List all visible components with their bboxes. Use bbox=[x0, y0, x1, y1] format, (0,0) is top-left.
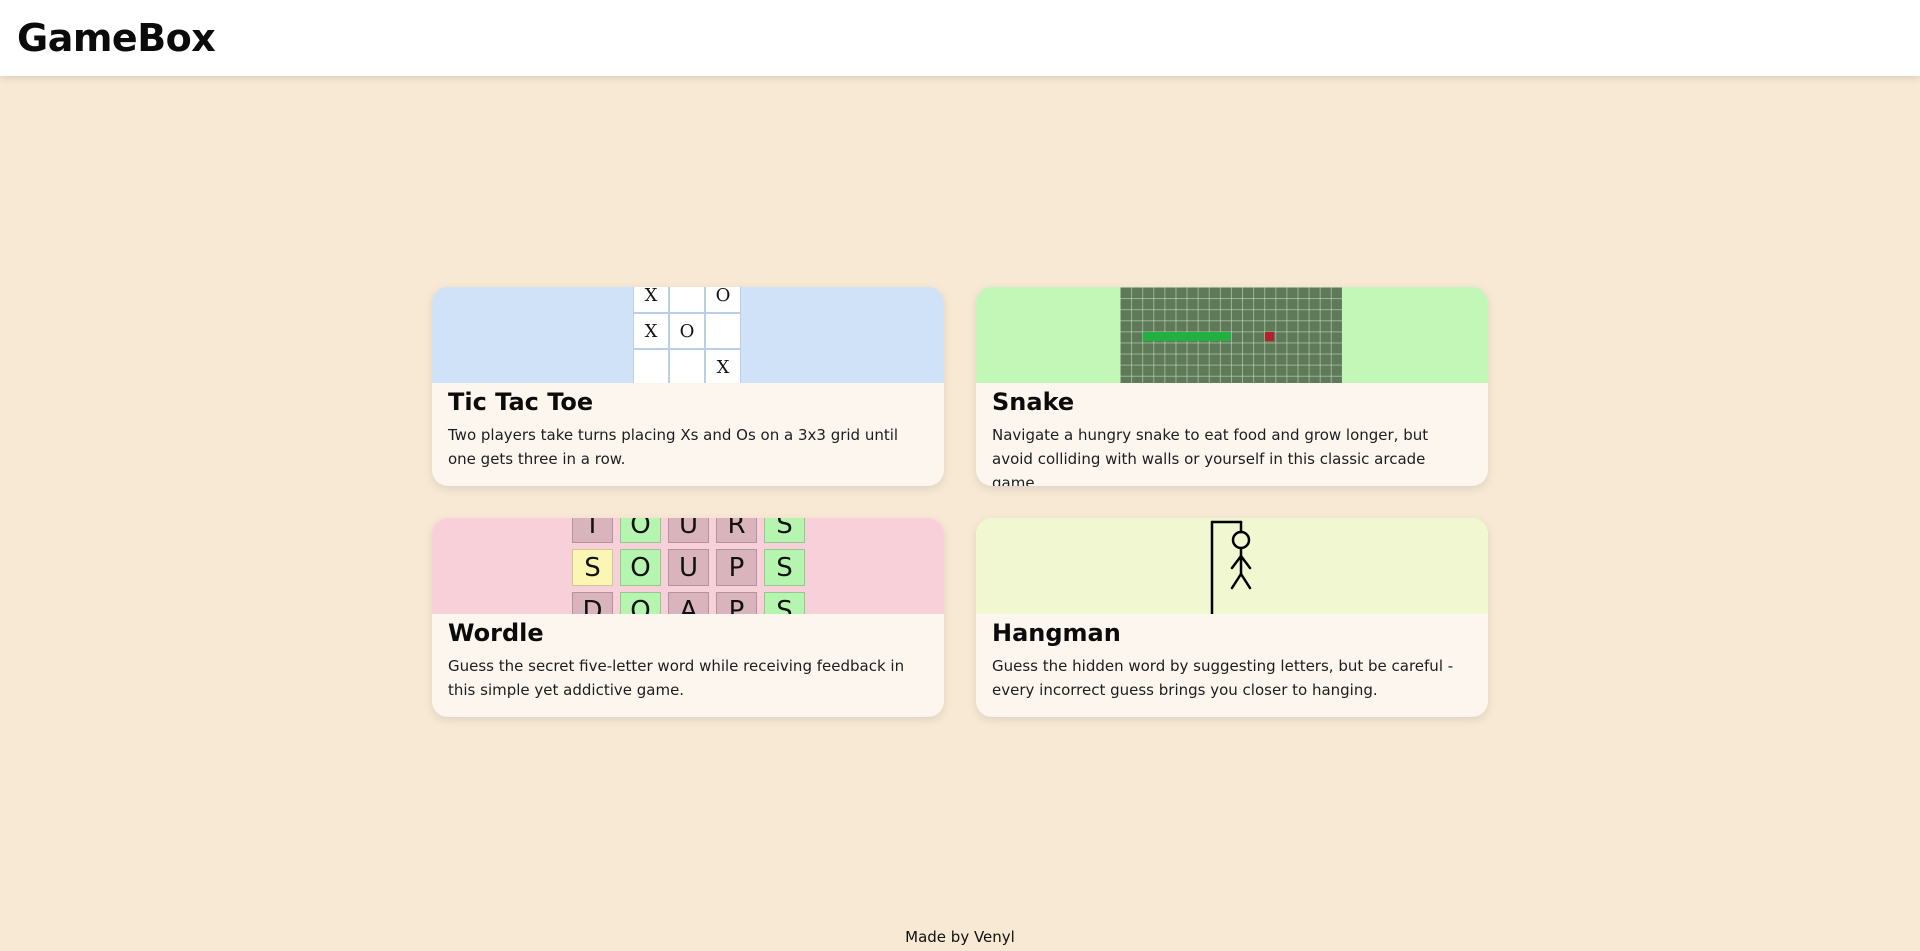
wordle-board: TOURSSOUPSDOAPS bbox=[572, 518, 805, 614]
snake-preview bbox=[976, 287, 1488, 383]
wordle-preview: TOURSSOUPSDOAPS bbox=[432, 518, 944, 614]
card-title: Snake bbox=[992, 388, 1075, 416]
snake-food bbox=[1265, 332, 1274, 341]
wordle-tile: R bbox=[716, 518, 757, 543]
wordle-tile: P bbox=[716, 549, 757, 586]
snake-body bbox=[1143, 332, 1231, 341]
gamebox-logo[interactable]: GameBox bbox=[17, 16, 216, 60]
tictactoe-board: XOXOX bbox=[633, 287, 741, 383]
tictactoe-cell bbox=[670, 287, 704, 312]
wordle-tile: U bbox=[668, 549, 709, 586]
wordle-tile: T bbox=[572, 518, 613, 543]
wordle-tile: O bbox=[620, 592, 661, 614]
wordle-tile: S bbox=[764, 592, 805, 614]
tictactoe-cell bbox=[634, 350, 668, 383]
wordle-tile: O bbox=[620, 518, 661, 543]
tictactoe-cell bbox=[670, 350, 704, 383]
wordle-tile: S bbox=[764, 518, 805, 543]
wordle-row: DOAPS bbox=[572, 592, 805, 614]
game-grid: XOXOX Tic Tac Toe Two players take turns… bbox=[432, 287, 1488, 717]
tictactoe-cell bbox=[706, 314, 740, 348]
card-description: Two players take turns placing Xs and Os… bbox=[448, 426, 899, 468]
card-title: Tic Tac Toe bbox=[448, 388, 594, 416]
tictactoe-cell: X bbox=[706, 350, 740, 383]
card-description: Guess the hidden word by suggesting lett… bbox=[992, 657, 1454, 699]
hangman-preview bbox=[976, 518, 1488, 614]
tictactoe-cell: X bbox=[634, 287, 668, 312]
wordle-tile: S bbox=[764, 549, 805, 586]
card-title: Wordle bbox=[448, 619, 544, 647]
tictactoe-cell: O bbox=[706, 287, 740, 312]
wordle-tile: D bbox=[572, 592, 613, 614]
wordle-row: SOUPS bbox=[572, 549, 805, 586]
wordle-tile: U bbox=[668, 518, 709, 543]
game-card-snake[interactable]: Snake Navigate a hungry snake to eat foo… bbox=[976, 287, 1488, 486]
card-description: Guess the secret five-letter word while … bbox=[448, 657, 905, 699]
wordle-row: TOURS bbox=[572, 518, 805, 543]
card-title: Hangman bbox=[992, 619, 1121, 647]
footer-credit: Made by Venyl bbox=[905, 928, 1015, 946]
snake-board bbox=[1120, 287, 1342, 383]
game-card-wordle[interactable]: TOURSSOUPSDOAPS Wordle Guess the secret … bbox=[432, 518, 944, 717]
card-description: Navigate a hungry snake to eat food and … bbox=[992, 426, 1429, 486]
tictactoe-preview: XOXOX bbox=[432, 287, 944, 383]
wordle-tile: P bbox=[716, 592, 757, 614]
tictactoe-cell: X bbox=[634, 314, 668, 348]
hangman-figure-icon bbox=[1210, 520, 1252, 614]
game-card-tictactoe[interactable]: XOXOX Tic Tac Toe Two players take turns… bbox=[432, 287, 944, 486]
game-card-hangman[interactable]: Hangman Guess the hidden word by suggest… bbox=[976, 518, 1488, 717]
top-navbar: GameBox bbox=[0, 0, 1920, 76]
wordle-tile: O bbox=[620, 549, 661, 586]
tictactoe-cell: O bbox=[670, 314, 704, 348]
wordle-tile: S bbox=[572, 549, 613, 586]
wordle-tile: A bbox=[668, 592, 709, 614]
